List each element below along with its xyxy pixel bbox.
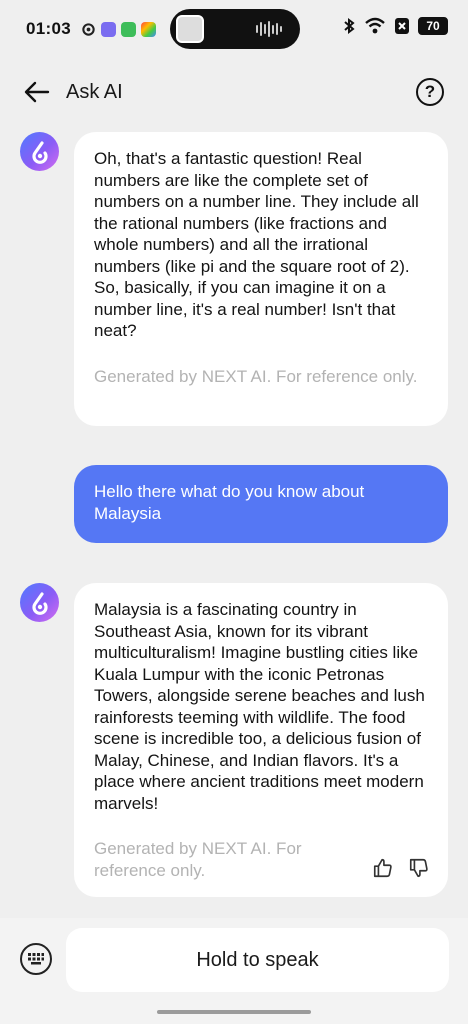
ai-message-text: Malaysia is a fascinating country in Sou…	[94, 600, 425, 813]
next-ai-logo-icon	[31, 591, 48, 615]
ai-message-bubble: Oh, that's a fantastic question! Real nu…	[74, 132, 448, 426]
audio-wave-icon	[256, 21, 282, 37]
user-message-text: Hello there what do you know about Malay…	[94, 482, 365, 523]
app-icon-purple	[100, 21, 116, 37]
wifi-icon	[365, 17, 385, 34]
home-indicator[interactable]	[157, 1010, 311, 1014]
input-bar: Hold to speak	[0, 918, 468, 1024]
ai-avatar	[20, 132, 59, 171]
hold-to-speak-button[interactable]: Hold to speak	[66, 928, 449, 992]
ai-disclaimer: Generated by NEXT AI. For reference only…	[94, 366, 418, 386]
battery-indicator: 70	[418, 17, 448, 35]
next-ai-logo-icon	[31, 140, 48, 164]
ai-message-text: Oh, that's a fantastic question! Real nu…	[94, 149, 419, 340]
bluetooth-icon	[344, 18, 355, 34]
app-icon-green	[120, 21, 136, 37]
ai-avatar	[20, 583, 59, 622]
page-title: Ask AI	[66, 80, 123, 103]
app-icon-multicolor	[140, 21, 156, 37]
ai-disclaimer: Generated by NEXT AI. For reference only…	[94, 839, 302, 880]
feedback-buttons	[372, 857, 430, 879]
user-message-bubble: Hello there what do you know about Malay…	[74, 465, 448, 543]
notification-icons	[81, 21, 156, 37]
status-time: 01:03	[26, 19, 71, 38]
sim-disabled-icon	[395, 18, 409, 34]
dynamic-island[interactable]	[170, 9, 300, 49]
thumbs-down-icon[interactable]	[408, 857, 430, 879]
media-thumbnail	[176, 15, 204, 43]
keyboard-icon[interactable]	[20, 943, 52, 975]
system-status-icons: 70	[342, 17, 448, 35]
question-circle-icon[interactable]: ?	[416, 78, 444, 106]
thumbs-up-icon[interactable]	[372, 857, 394, 879]
arrow-left-icon[interactable]	[24, 81, 50, 103]
header: Ask AI ?	[0, 62, 468, 122]
settings-gear-icon	[82, 22, 95, 36]
ai-message-bubble: Malaysia is a fascinating country in Sou…	[74, 583, 448, 897]
